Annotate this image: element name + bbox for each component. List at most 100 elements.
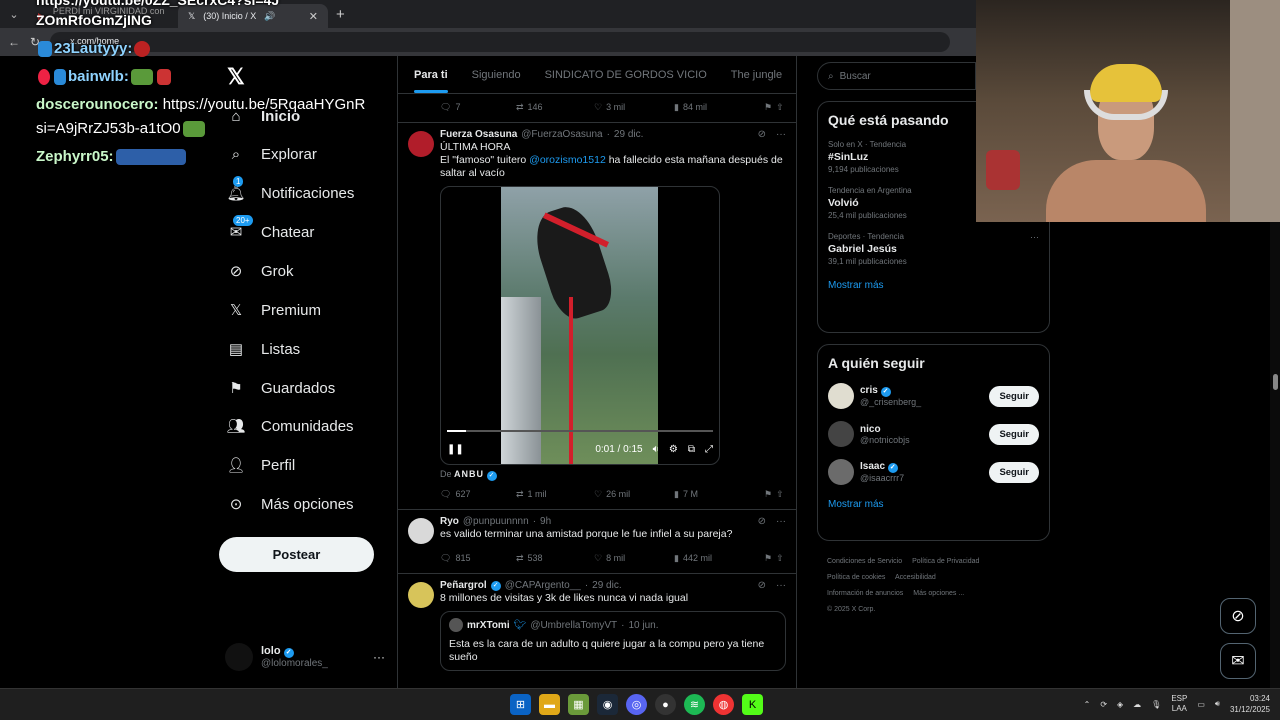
tweet-author-name[interactable]: Peñargrol xyxy=(440,580,487,591)
share-icon[interactable]: ⇧ xyxy=(776,489,784,500)
reply-button[interactable]: 🗨︎ 7 xyxy=(440,102,516,113)
views-button[interactable]: ▮ 84 mil xyxy=(674,102,756,113)
nav-item-premium[interactable]: 𝕏 Premium xyxy=(225,291,321,329)
repost-button[interactable]: ⇄ 146 xyxy=(516,102,594,113)
tweet-author-name[interactable]: Fuerza Osasuna xyxy=(440,129,517,140)
grok-icon[interactable]: ⊘ xyxy=(758,580,766,591)
fullscreen-icon[interactable]: ⤢ xyxy=(705,444,713,455)
trend-item[interactable]: Deportes · Tendencia Gabriel Jesús 39,1 … xyxy=(818,226,1049,272)
follow-button[interactable]: Seguir xyxy=(989,385,1039,407)
footer-link[interactable]: Política de Privacidad xyxy=(912,558,979,565)
nav-item-grok[interactable]: ⊘ Grok xyxy=(225,252,294,290)
folder-icon[interactable]: ▬ xyxy=(539,694,560,715)
monitor-icon[interactable]: ▭ xyxy=(1197,700,1205,709)
reply-button[interactable]: 🗨︎ 815 xyxy=(440,553,516,564)
like-button[interactable]: ♡ 26 mil xyxy=(594,489,674,500)
footer-link[interactable]: Accesibilidad xyxy=(895,574,936,581)
scrollbar-thumb[interactable] xyxy=(1273,374,1278,390)
views-button[interactable]: ▮ 442 mil xyxy=(674,553,756,564)
tweet-date[interactable]: 29 dic. xyxy=(592,580,621,591)
discord-icon[interactable]: ◎ xyxy=(626,694,647,715)
video-progress-bar[interactable] xyxy=(447,430,713,432)
grok-icon[interactable]: ⊘ xyxy=(758,516,766,527)
footer-link[interactable]: Más opciones ... xyxy=(913,590,964,597)
reply-button[interactable]: 🗨︎ 627 xyxy=(440,489,516,500)
search-input[interactable]: ⌕ Buscar xyxy=(817,62,976,90)
repost-button[interactable]: ⇄ 1 mil xyxy=(516,489,594,500)
back-arrow-icon[interactable]: ← xyxy=(8,35,20,49)
more-dots-icon[interactable]: ··· xyxy=(1030,232,1039,242)
footer-link[interactable]: Condiciones de Servicio xyxy=(827,558,902,565)
follow-button[interactable]: Seguir xyxy=(989,423,1039,445)
more-dots-icon[interactable]: ··· xyxy=(373,650,385,664)
more-dots-icon[interactable]: ··· xyxy=(776,129,786,140)
bookmark-icon[interactable]: ⚑ xyxy=(764,102,772,113)
like-button[interactable]: ♡ 3 mil xyxy=(594,102,674,113)
network-icon[interactable]: ⟳ xyxy=(1100,700,1107,709)
tab-search-chevron-icon[interactable]: ⌄ xyxy=(0,0,28,28)
tweet-date[interactable]: 29 dic. xyxy=(614,129,643,140)
credit-author[interactable]: ANBU xyxy=(454,469,484,479)
tab-list-1[interactable]: SINDICATO DE GORDOS VICIO xyxy=(545,69,707,81)
app-icon[interactable]: ▦ xyxy=(568,694,589,715)
steam-icon[interactable]: ◉ xyxy=(597,694,618,715)
show-more-link[interactable]: Mostrar más xyxy=(818,272,1049,301)
chevron-up-icon[interactable]: ⌃ xyxy=(1084,700,1091,709)
tweet-author-handle[interactable]: @FuerzaOsasuna xyxy=(521,129,602,140)
cloud-icon[interactable]: ☁ xyxy=(1133,700,1141,709)
tweet-author-handle[interactable]: @CAPArgento__ xyxy=(505,580,581,591)
bookmark-icon[interactable]: ⚑ xyxy=(764,489,772,500)
quoted-tweet[interactable]: mrXTomi 🐦︎ @UmbrellaTomyVT · 10 jun. Est… xyxy=(440,611,786,671)
follow-suggestion[interactable]: nico @notnicobjs Seguir xyxy=(818,415,1049,453)
bookmark-icon[interactable]: ⚑ xyxy=(764,553,772,564)
more-dots-icon[interactable]: ··· xyxy=(776,516,786,527)
tweet[interactable]: Fuerza Osasuna @FuerzaOsasuna · 29 dic. … xyxy=(398,122,796,509)
start-icon[interactable]: ⊞ xyxy=(510,694,531,715)
settings-icon[interactable]: ⚙ xyxy=(669,444,678,455)
share-icon[interactable]: ⇧ xyxy=(776,102,784,113)
clock[interactable]: 03:24 31/12/2025 xyxy=(1230,693,1270,715)
post-button[interactable]: Postear xyxy=(219,537,374,572)
obs-icon[interactable]: ● xyxy=(655,694,676,715)
nav-item-lists[interactable]: ▤ Listas xyxy=(225,330,300,368)
tab-list-2[interactable]: The jungle xyxy=(731,69,782,81)
microphone-icon[interactable]: 🎙︎ xyxy=(1151,700,1161,709)
share-icon[interactable]: ⇧ xyxy=(776,553,784,564)
show-more-link[interactable]: Mostrar más xyxy=(818,491,1049,520)
video-player[interactable]: ❚❚ 0:01 / 0:15 🔉︎ ⚙ ⧉ ⤢ xyxy=(440,186,720,465)
views-button[interactable]: ▮ 7 M xyxy=(674,489,756,500)
follow-button[interactable]: Seguir xyxy=(989,461,1039,483)
follow-suggestion[interactable]: Isaac ✓ @isaacrrr7 Seguir xyxy=(818,453,1049,491)
footer-link[interactable]: Información de anuncios xyxy=(827,590,903,597)
volume-icon[interactable]: 🔉︎ xyxy=(653,444,659,455)
like-button[interactable]: ♡ 8 mil xyxy=(594,553,674,564)
grok-icon[interactable]: ⊘ xyxy=(758,129,766,140)
messages-fab-button[interactable]: ✉ xyxy=(1220,643,1256,679)
mention-link[interactable]: @orozismo1512 xyxy=(529,154,606,166)
spotify-icon[interactable]: ≋ xyxy=(684,694,705,715)
pause-icon[interactable]: ❚❚ xyxy=(447,444,464,455)
account-switcher[interactable]: lolo ✓ @lolomorales_ ··· xyxy=(225,639,385,675)
tweet[interactable]: Peñargrol ✓ @CAPArgento__ · 29 dic. ⊘ ···… xyxy=(398,573,796,675)
nav-item-more[interactable]: ⊙ Más opciones xyxy=(225,485,354,523)
grok-fab-button[interactable]: ⊘ xyxy=(1220,598,1256,634)
tweet-author-name[interactable]: Ryo xyxy=(440,516,459,527)
tweet[interactable]: Ryo @punpuunnnn · 9h ⊘ ··· es valido term… xyxy=(398,509,796,573)
app-tray-icon[interactable]: ◈ xyxy=(1117,700,1123,709)
nav-item-profile[interactable]: 👤︎ Perfil xyxy=(225,446,295,484)
volume-icon[interactable]: 🔊︎ xyxy=(1215,699,1220,709)
footer-link[interactable]: Política de cookies xyxy=(827,574,885,581)
tweet-author-handle[interactable]: @punpuunnnn xyxy=(463,516,529,527)
nav-item-communities[interactable]: 👥︎ Comunidades xyxy=(225,407,353,445)
nav-item-chat[interactable]: ✉ 20+ Chatear xyxy=(225,213,314,251)
chrome-icon[interactable]: ◍ xyxy=(713,694,734,715)
tab-following[interactable]: Siguiendo xyxy=(472,69,521,81)
language-indicator[interactable]: ESP LAA xyxy=(1171,694,1187,714)
follow-suggestion[interactable]: cris ✓ @_crisenberg_ Seguir xyxy=(818,377,1049,415)
repost-button[interactable]: ⇄ 538 xyxy=(516,553,594,564)
tweet-date[interactable]: 9h xyxy=(540,516,551,527)
nav-item-bookmarks[interactable]: ⚑ Guardados xyxy=(225,369,335,407)
more-dots-icon[interactable]: ··· xyxy=(776,580,786,591)
pip-icon[interactable]: ⧉ xyxy=(688,444,695,455)
tab-for-you[interactable]: Para ti xyxy=(414,69,448,93)
